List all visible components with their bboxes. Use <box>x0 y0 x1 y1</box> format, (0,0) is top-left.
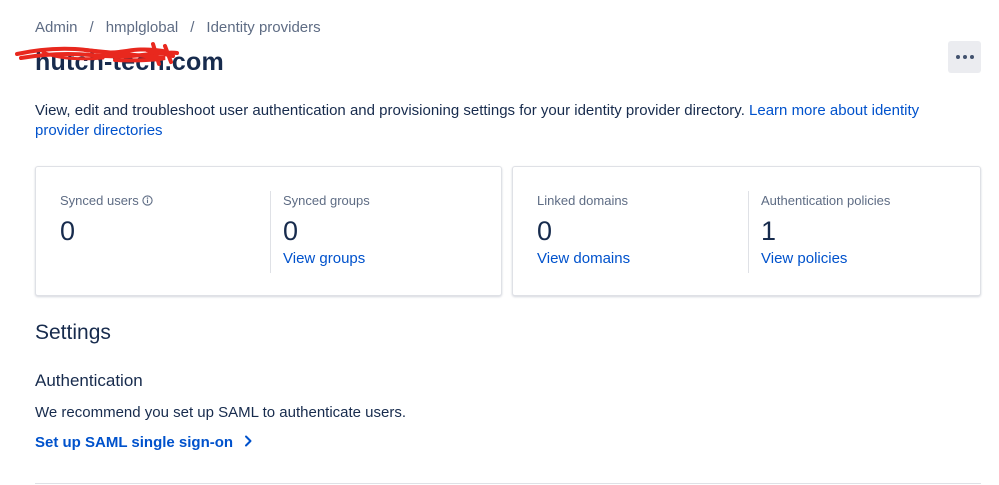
page-title-wrap: hutch-tech.com <box>15 42 224 80</box>
auth-policies-label: Authentication policies <box>761 193 891 208</box>
synced-users-label: Synced users <box>60 193 139 208</box>
more-horizontal-icon <box>955 55 974 59</box>
card-divider <box>748 191 749 273</box>
setup-saml-link[interactable]: Set up SAML single sign-on <box>35 434 253 451</box>
info-icon[interactable] <box>142 195 153 206</box>
synced-users-label-row: Synced users <box>60 193 153 208</box>
description-text: View, edit and troubleshoot user authent… <box>35 102 750 119</box>
card-divider <box>270 191 271 273</box>
synced-groups-label: Synced groups <box>283 193 370 208</box>
settings-heading: Settings <box>35 321 111 344</box>
setup-saml-label: Set up SAML single sign-on <box>35 434 234 451</box>
linked-domains-label: Linked domains <box>537 193 629 208</box>
authentication-heading: Authentication <box>35 371 143 390</box>
domains-policies-card: Linked domains 0 View domains Authentica… <box>512 166 981 296</box>
auth-policies-stat: Authentication policies 1 View policies <box>761 193 890 268</box>
auth-policies-value: 1 <box>761 216 777 246</box>
authentication-description: We recommend you set up SAML to authenti… <box>35 404 407 421</box>
synced-groups-value: 0 <box>283 216 299 246</box>
breadcrumb-identity-providers[interactable]: Identity providers <box>206 19 320 36</box>
more-actions-button[interactable] <box>948 41 981 73</box>
breadcrumb-admin[interactable]: Admin <box>35 19 78 36</box>
page-description: View, edit and troubleshoot user authent… <box>35 101 970 141</box>
breadcrumb-org[interactable]: hmplglobal <box>106 19 179 36</box>
synced-users-stat: Synced users 0 <box>60 193 153 246</box>
view-policies-link[interactable]: View policies <box>761 250 847 267</box>
linked-domains-value: 0 <box>537 216 553 246</box>
breadcrumb: Admin / hmplglobal / Identity providers <box>35 19 321 36</box>
view-domains-link[interactable]: View domains <box>537 250 630 267</box>
chevron-right-icon <box>243 434 253 451</box>
page-title: hutch-tech.com <box>35 48 224 76</box>
synced-users-value: 0 <box>60 216 76 246</box>
synced-groups-stat: Synced groups 0 View groups <box>283 193 370 268</box>
users-groups-card: Synced users 0 Synced groups 0 View grou… <box>35 166 502 296</box>
breadcrumb-separator: / <box>190 19 195 36</box>
linked-domains-stat: Linked domains 0 View domains <box>537 193 630 268</box>
breadcrumb-separator: / <box>89 19 94 36</box>
section-divider <box>35 483 981 484</box>
view-groups-link[interactable]: View groups <box>283 250 365 267</box>
